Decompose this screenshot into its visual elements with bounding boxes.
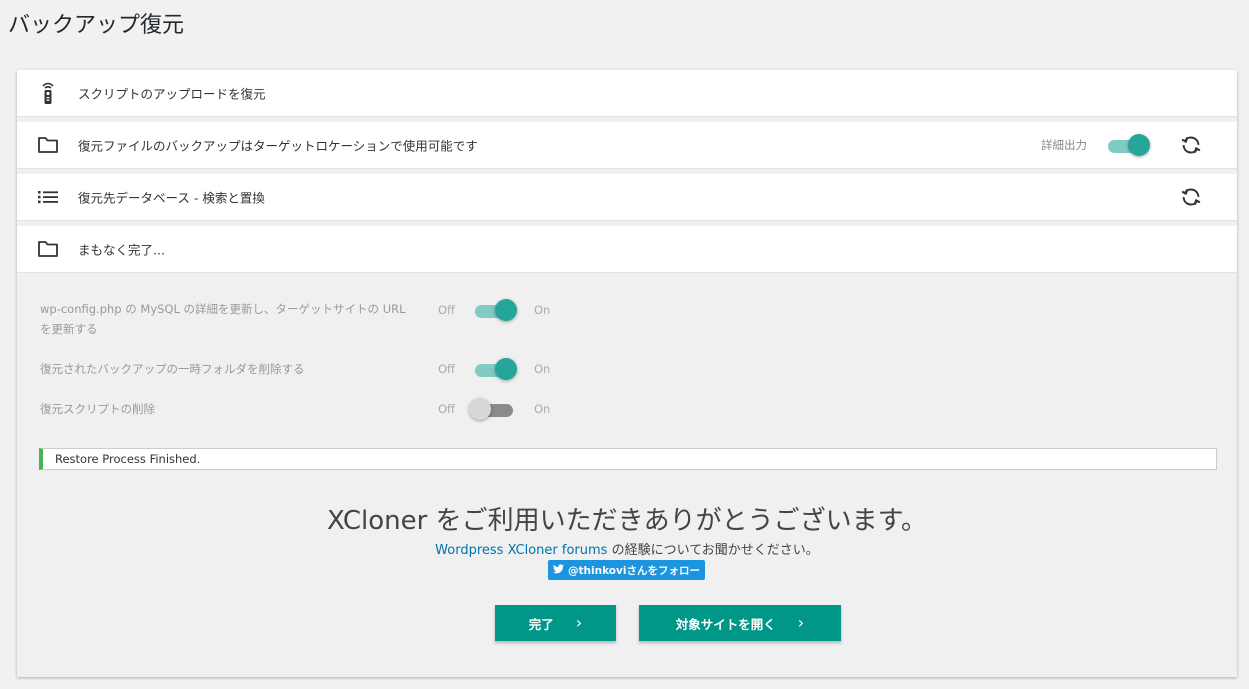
thanks-heading: XCloner をご利用いただきありがとうございます。	[326, 506, 928, 536]
step-almost-done[interactable]: まもなく完了...	[17, 226, 1237, 273]
step-restore-files[interactable]: 復元ファイルのバックアップはターゲットロケーションで使用可能です 詳細出力	[17, 122, 1237, 169]
off-label: Off	[438, 402, 455, 416]
on-label: On	[534, 303, 551, 317]
chevron-right-icon: ›	[797, 613, 805, 632]
step-upload-restore-script[interactable]: スクリプトのアップロードを復元	[17, 70, 1237, 117]
update-wp-config-toggle[interactable]	[473, 299, 517, 321]
list-icon	[38, 186, 58, 208]
option-delete-restore-script-label: 復元スクリプトの削除	[40, 402, 155, 416]
step-label: 復元先データベース - 検索と置換	[78, 190, 265, 206]
option-update-wp-config-label: wp-config.php の MySQL の詳細を更新し、ターゲットサイトの …	[40, 302, 406, 336]
toggle-knob	[1128, 134, 1150, 156]
feedback-suffix: の経験についてお聞かせください。	[607, 543, 819, 558]
status-message-text: Restore Process Finished.	[55, 452, 201, 466]
verbose-output-toggle[interactable]	[1106, 134, 1150, 156]
step-restore-database[interactable]: 復元先データベース - 検索と置換	[17, 174, 1237, 221]
twitter-follow-label: @thinkoviさんをフォロー	[568, 564, 700, 577]
twitter-icon	[553, 563, 565, 577]
forum-link[interactable]: Wordpress XCloner forums	[435, 543, 607, 558]
delete-temp-folder-toggle[interactable]	[473, 358, 517, 380]
chevron-right-icon: ›	[575, 613, 583, 632]
open-target-site-button[interactable]: 対象サイトを開く ›	[639, 605, 841, 641]
step-label: 復元ファイルのバックアップはターゲットロケーションで使用可能です	[78, 138, 478, 154]
on-label: On	[534, 402, 551, 416]
toggle-knob	[469, 398, 491, 420]
toggle-knob	[495, 299, 517, 321]
open-target-site-label: 対象サイトを開く	[675, 616, 776, 632]
folder-icon	[38, 134, 58, 156]
delete-restore-script-toggle[interactable]	[469, 398, 513, 420]
twitter-follow-button[interactable]: @thinkoviさんをフォロー	[548, 560, 705, 580]
refresh-icon[interactable]	[1180, 134, 1202, 156]
on-label: On	[534, 362, 551, 376]
off-label: Off	[438, 303, 455, 317]
done-button-label: 完了	[528, 616, 554, 632]
off-label: Off	[438, 362, 455, 376]
verbose-output-label: 詳細出力	[1041, 138, 1087, 152]
folder-icon	[38, 238, 58, 260]
remote-icon	[38, 82, 58, 104]
feedback-text: Wordpress XCloner forums の経験についてお聞かせください…	[17, 539, 1237, 558]
status-message: Restore Process Finished.	[39, 448, 1217, 470]
option-delete-temp-folder-label: 復元されたバックアップの一時フォルダを削除する	[40, 362, 305, 376]
restore-panel: スクリプトのアップロードを復元 復元ファイルのバックアップはターゲットロケーショ…	[17, 70, 1237, 677]
toggle-knob	[495, 358, 517, 380]
done-button[interactable]: 完了 ›	[495, 605, 616, 641]
page-title: バックアップ復元	[8, 13, 185, 38]
refresh-icon[interactable]	[1180, 186, 1202, 208]
step-label: まもなく完了...	[78, 242, 165, 258]
step-label: スクリプトのアップロードを復元	[78, 86, 266, 102]
